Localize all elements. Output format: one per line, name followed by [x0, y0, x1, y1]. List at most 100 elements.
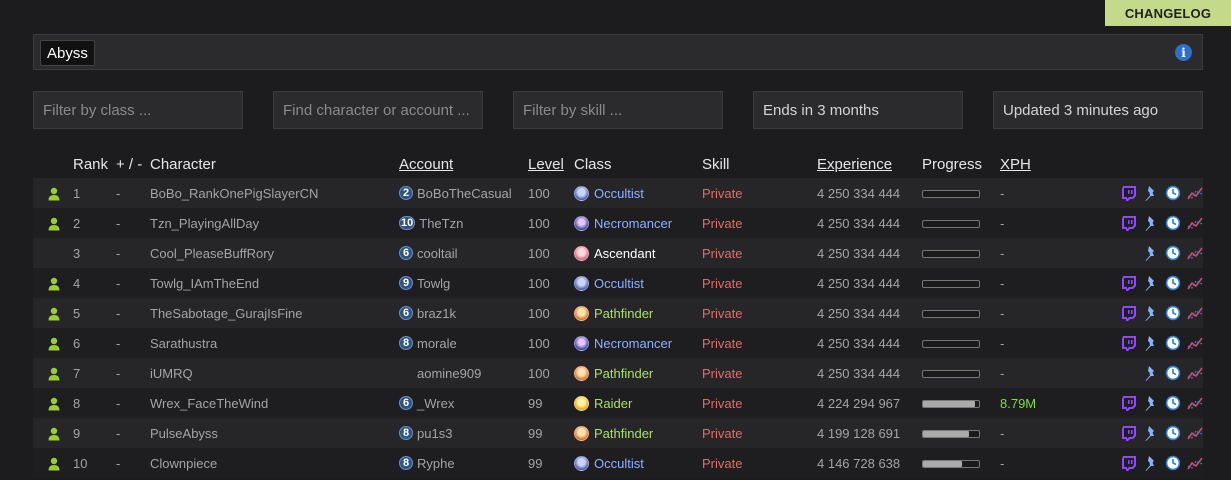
- pin-icon[interactable]: [1143, 365, 1159, 382]
- twitch-icon[interactable]: [1121, 185, 1137, 202]
- table-row[interactable]: 7- iUMRQ aomine909 100 Pathfinder Private 4 25…: [33, 358, 1203, 388]
- twitch-icon[interactable]: [1121, 215, 1137, 232]
- filter-bar: Ends in 3 months Updated 3 minutes ago: [0, 91, 1231, 129]
- changelog-button[interactable]: CHANGELOG: [1105, 0, 1231, 26]
- level-cell: 100: [528, 328, 574, 358]
- character-name[interactable]: iUMRQ: [150, 358, 399, 388]
- account-cell: 6 braz1k: [399, 298, 528, 328]
- clock-icon[interactable]: [1165, 245, 1181, 261]
- chart-icon[interactable]: [1187, 365, 1203, 381]
- clock-icon[interactable]: [1165, 455, 1181, 471]
- pin-icon[interactable]: [1143, 335, 1159, 352]
- character-name[interactable]: PulseAbyss: [150, 418, 399, 448]
- chart-icon[interactable]: [1187, 245, 1203, 261]
- clock-icon[interactable]: [1165, 365, 1181, 381]
- table-row[interactable]: 1- BoBo_RankOnePigSlayerCN 2 BoBoTheCasual 1…: [33, 178, 1203, 208]
- character-name[interactable]: Sarathustra: [150, 328, 399, 358]
- experience-column-header[interactable]: Experience: [817, 150, 922, 178]
- table-row[interactable]: 6- Sarathustra 8 morale 100 Necromancer Privat…: [33, 328, 1203, 358]
- character-name[interactable]: Tzn_PlayingAllDay: [150, 208, 399, 238]
- account-name[interactable]: pu1s3: [417, 426, 452, 441]
- chart-icon[interactable]: [1187, 395, 1203, 411]
- class-portrait-icon: [574, 305, 589, 321]
- progress-cell: [922, 418, 1000, 448]
- table-row[interactable]: 2- Tzn_PlayingAllDay 10 TheTzn 100 Necromance…: [33, 208, 1203, 238]
- rank-cell: 6: [73, 328, 116, 358]
- table-row[interactable]: 8- Wrex_FaceTheWind 6 _Wrex 99 Raider Private 4…: [33, 388, 1203, 418]
- info-icon[interactable]: i: [1175, 44, 1192, 61]
- class-name: Occultist: [594, 455, 644, 471]
- clock-icon[interactable]: [1165, 335, 1181, 351]
- account-cell: 2 BoBoTheCasual: [399, 178, 528, 208]
- clock-icon[interactable]: [1165, 185, 1181, 201]
- clock-icon[interactable]: [1165, 425, 1181, 441]
- class-portrait-icon: [574, 245, 589, 261]
- account-name[interactable]: morale: [417, 336, 457, 351]
- class-filter-input[interactable]: [33, 91, 243, 129]
- twitch-icon[interactable]: [1121, 335, 1137, 352]
- rank-cell: 2: [73, 208, 116, 238]
- account-name[interactable]: aomine909: [417, 366, 481, 381]
- table-row[interactable]: 9- PulseAbyss 8 pu1s3 99 Pathfinder Private 4 1…: [33, 418, 1203, 448]
- class-cell: Pathfinder: [574, 418, 702, 448]
- progress-bar: [922, 340, 980, 349]
- clock-icon[interactable]: [1165, 395, 1181, 411]
- account-name[interactable]: BoBoTheCasual: [417, 186, 512, 201]
- account-name[interactable]: Towlg: [417, 276, 450, 291]
- pin-icon[interactable]: [1143, 185, 1159, 202]
- twitch-icon[interactable]: [1121, 425, 1137, 442]
- character-name[interactable]: TheSabotage_GurajIsFine: [150, 298, 399, 328]
- league-select[interactable]: Abyss: [40, 40, 95, 66]
- pin-icon[interactable]: [1143, 245, 1159, 262]
- twitch-icon[interactable]: [1121, 455, 1137, 472]
- twitch-icon[interactable]: [1121, 395, 1137, 412]
- xph-column-header[interactable]: XPH: [1000, 150, 1090, 178]
- account-name[interactable]: braz1k: [417, 306, 456, 321]
- character-name[interactable]: Cool_PleaseBuffRory: [150, 238, 399, 268]
- pin-icon[interactable]: [1143, 275, 1159, 292]
- ladder-table: Rank + / - Character Account Level Class…: [33, 150, 1203, 478]
- progress-bar: [922, 220, 980, 229]
- actions-cell: [1090, 418, 1203, 448]
- clock-icon[interactable]: [1165, 305, 1181, 321]
- chart-icon[interactable]: [1187, 455, 1203, 471]
- pin-icon[interactable]: [1143, 455, 1159, 472]
- pin-icon[interactable]: [1143, 215, 1159, 232]
- character-name[interactable]: BoBo_RankOnePigSlayerCN: [150, 178, 399, 208]
- pin-icon[interactable]: [1143, 305, 1159, 322]
- twitch-icon[interactable]: [1121, 275, 1137, 292]
- table-row[interactable]: 10- Clownpiece 8 Ryphe 99 Occultist Private 4 1…: [33, 448, 1203, 478]
- level-cell: 99: [528, 388, 574, 418]
- account-name[interactable]: TheTzn: [419, 216, 463, 231]
- chart-icon[interactable]: [1187, 335, 1203, 351]
- account-cell: 6 _Wrex: [399, 388, 528, 418]
- account-name[interactable]: cooltail: [417, 246, 457, 261]
- experience-cell: 4 146 728 638: [817, 448, 922, 478]
- chart-icon[interactable]: [1187, 275, 1203, 291]
- account-name[interactable]: _Wrex: [417, 396, 454, 411]
- progress-bar: [922, 370, 980, 379]
- account-name[interactable]: Ryphe: [417, 456, 455, 471]
- level-column-header[interactable]: Level: [528, 150, 574, 178]
- pin-icon[interactable]: [1143, 395, 1159, 412]
- chart-icon[interactable]: [1187, 305, 1203, 321]
- table-row[interactable]: 5- TheSabotage_GurajIsFine 6 braz1k 100 Pathf…: [33, 298, 1203, 328]
- skill-cell: Private: [702, 418, 817, 448]
- table-row[interactable]: 4- Towlg_IAmTheEnd 9 Towlg 100 Occultist Priva…: [33, 268, 1203, 298]
- character-name[interactable]: Towlg_IAmTheEnd: [150, 268, 399, 298]
- clock-icon[interactable]: [1165, 215, 1181, 231]
- character-name[interactable]: Wrex_FaceTheWind: [150, 388, 399, 418]
- skill-cell: Private: [702, 328, 817, 358]
- table-row[interactable]: 3- Cool_PleaseBuffRory 6 cooltail 100 Ascenda…: [33, 238, 1203, 268]
- skill-filter-input[interactable]: [513, 91, 723, 129]
- online-cell: [33, 178, 73, 208]
- chart-icon[interactable]: [1187, 185, 1203, 201]
- pin-icon[interactable]: [1143, 425, 1159, 442]
- account-column-header[interactable]: Account: [399, 150, 528, 178]
- chart-icon[interactable]: [1187, 215, 1203, 231]
- chart-icon[interactable]: [1187, 425, 1203, 441]
- clock-icon[interactable]: [1165, 275, 1181, 291]
- twitch-icon[interactable]: [1121, 305, 1137, 322]
- character-search-input[interactable]: [273, 91, 483, 129]
- character-name[interactable]: Clownpiece: [150, 448, 399, 478]
